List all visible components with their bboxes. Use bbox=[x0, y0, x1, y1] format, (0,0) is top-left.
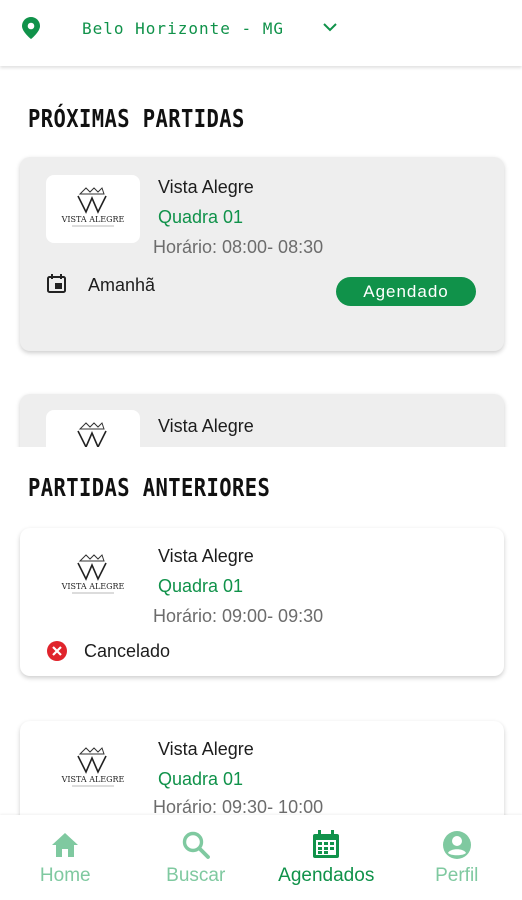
court-name: Quadra 01 bbox=[158, 207, 244, 227]
court-name: Quadra 01 bbox=[158, 769, 244, 789]
venue-name: Vista Alegre bbox=[158, 416, 254, 436]
city-selector[interactable]: Belo Horizonte - MG bbox=[82, 19, 284, 38]
chevron-down-icon[interactable] bbox=[322, 20, 338, 34]
nav-search[interactable]: Buscar bbox=[131, 815, 262, 900]
nav-home[interactable]: Home bbox=[0, 815, 131, 900]
bottom-nav: Home Buscar Agendados Perfil bbox=[0, 815, 522, 900]
nav-label: Buscar bbox=[166, 865, 226, 886]
venue-name: Vista Alegre bbox=[158, 739, 254, 759]
past-section-title: PARTIDAS ANTERIORES bbox=[28, 473, 271, 502]
location-header: Belo Horizonte - MG bbox=[0, 0, 522, 66]
location-pin-icon bbox=[22, 17, 40, 39]
nav-label: Perfil bbox=[435, 865, 479, 886]
booking-time: Horário: 09:00- 09:30 bbox=[153, 606, 324, 626]
nav-agendados[interactable]: Agendados bbox=[261, 815, 392, 900]
venue-name: Vista Alegre bbox=[158, 177, 254, 197]
profile-icon bbox=[442, 831, 471, 859]
booking-day: Amanhã bbox=[88, 275, 156, 295]
booking-card[interactable]: Vista Alegre Quadra 01 Horário: 08:00- 0… bbox=[20, 157, 504, 351]
booking-time: Horário: 08:00- 08:30 bbox=[153, 237, 324, 257]
nav-profile[interactable]: Perfil bbox=[392, 815, 522, 900]
venue-name: Vista Alegre bbox=[158, 546, 254, 566]
nav-label: Home bbox=[39, 865, 91, 886]
nav-label: Agendados bbox=[278, 865, 375, 886]
venue-logo bbox=[46, 175, 140, 243]
home-icon bbox=[52, 833, 79, 857]
calendar-icon bbox=[47, 274, 66, 293]
venue-logo bbox=[46, 735, 140, 803]
status-badge: Agendado bbox=[336, 277, 476, 306]
cancel-icon bbox=[47, 641, 67, 661]
search-icon bbox=[182, 831, 210, 859]
upcoming-section-title: PRÓXIMAS PARTIDAS bbox=[28, 104, 245, 133]
court-name: Quadra 01 bbox=[158, 576, 244, 596]
venue-logo bbox=[46, 542, 140, 610]
booking-card[interactable]: Vista Alegre Quadra 01 Horário: 09:00- 0… bbox=[20, 528, 504, 676]
booking-status: Cancelado bbox=[84, 641, 171, 661]
calendar-icon bbox=[313, 830, 340, 858]
